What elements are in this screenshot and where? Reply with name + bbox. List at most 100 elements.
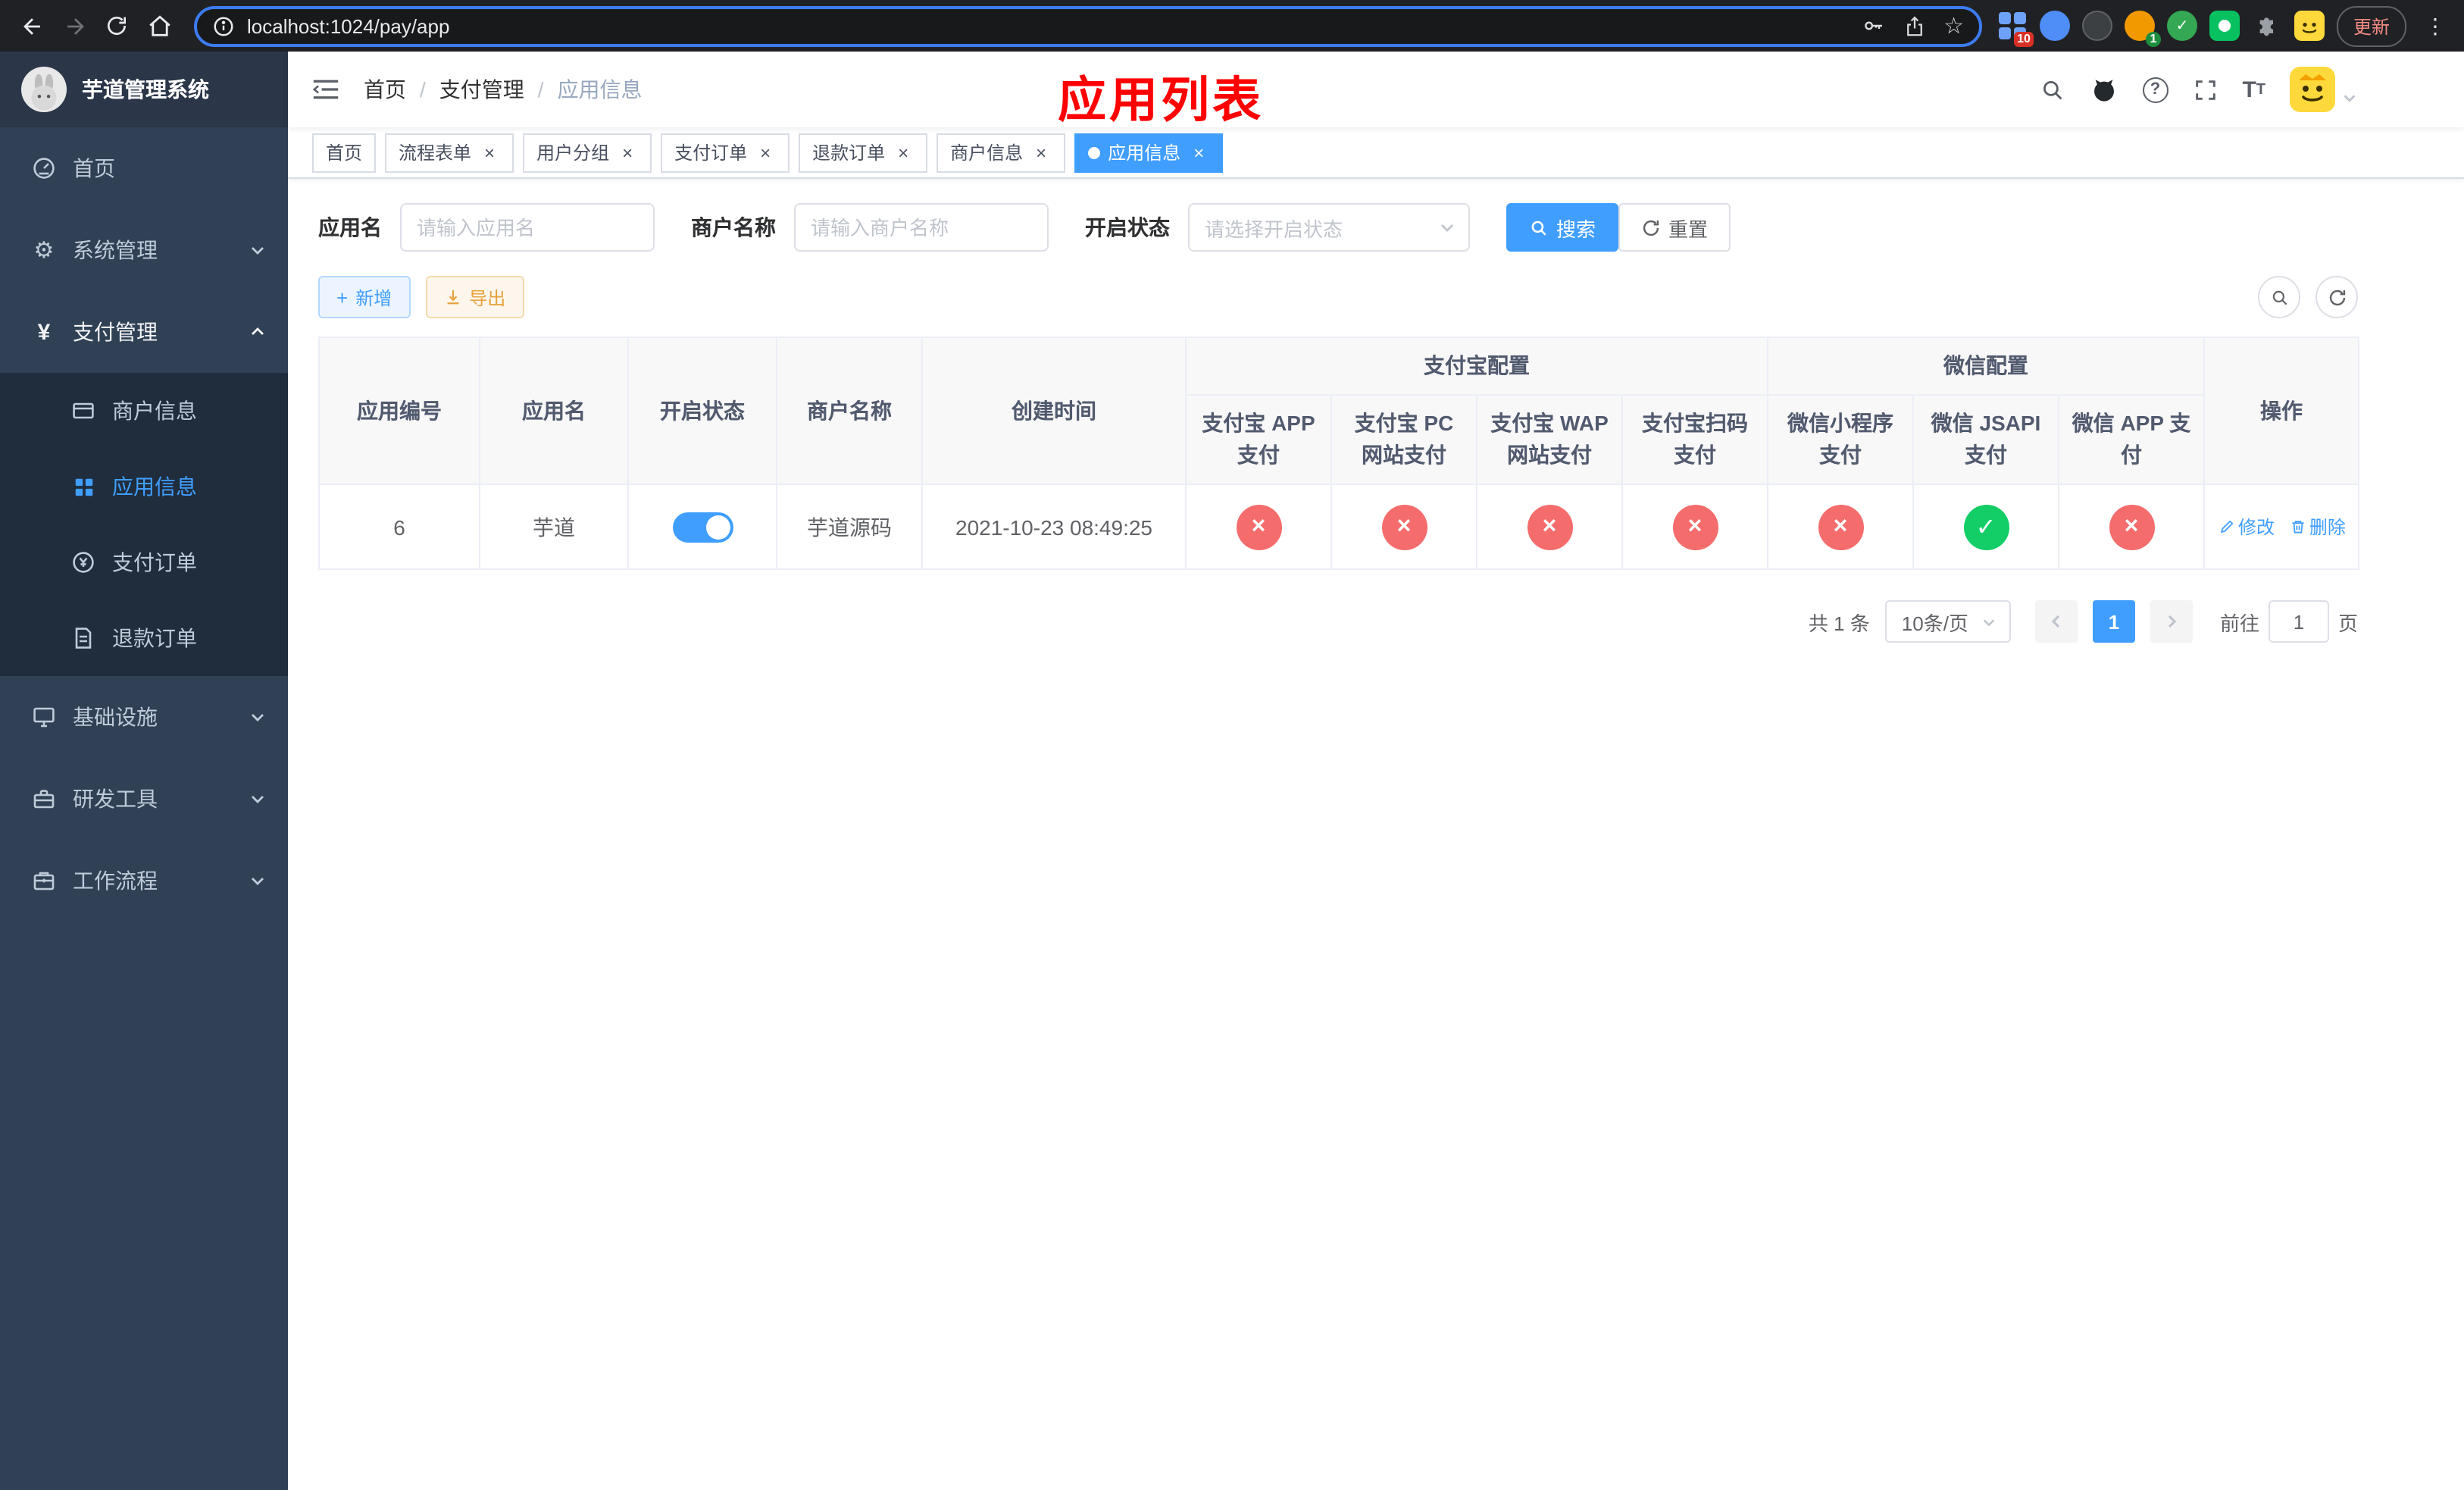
delete-link[interactable]: 删除: [2290, 514, 2346, 540]
share-icon[interactable]: [1903, 14, 1925, 37]
page-size-select[interactable]: 10条/页: [1884, 600, 2011, 643]
prev-page-button[interactable]: [2034, 600, 2078, 643]
sidebar-subitem-app-info[interactable]: 应用信息: [0, 449, 288, 524]
extension-dark-icon[interactable]: [2081, 11, 2112, 41]
browser-reload-button[interactable]: [97, 6, 136, 45]
close-tab-icon[interactable]: ×: [1188, 142, 1209, 163]
browser-home-button[interactable]: [139, 6, 179, 45]
extension-chat-icon[interactable]: [2209, 11, 2240, 41]
extension-avatar-badge: 1: [2145, 32, 2161, 47]
merchant-name-input[interactable]: [794, 203, 1049, 252]
browser-menu-button[interactable]: ⋮: [2419, 13, 2452, 39]
breadcrumb-separator: /: [420, 77, 426, 102]
font-size-icon[interactable]: TT: [2242, 77, 2265, 102]
search-icon[interactable]: [2039, 77, 2065, 102]
page-number-button[interactable]: 1: [2092, 600, 2135, 643]
col-header-alipay-wap: 支付宝 WAP 网站支付: [1476, 394, 1623, 485]
close-tab-icon[interactable]: ×: [893, 142, 914, 163]
export-button[interactable]: 导出: [425, 276, 524, 318]
forward-arrow-icon: [67, 17, 83, 34]
github-icon[interactable]: [2089, 75, 2118, 104]
extension-blue-icon[interactable]: [2039, 11, 2070, 41]
close-tab-icon[interactable]: ×: [617, 142, 638, 163]
breadcrumb-payment[interactable]: 支付管理: [439, 74, 524, 105]
refresh-table-button[interactable]: [2315, 276, 2358, 318]
user-avatar[interactable]: [2290, 67, 2358, 112]
merchant-name-label: 商户名称: [691, 215, 776, 239]
chevron-down-icon: [249, 790, 267, 808]
url-text[interactable]: localhost:1024/pay/app: [247, 14, 1848, 37]
extension-grid-icon[interactable]: 10: [1997, 11, 2034, 47]
tab-merchant-info[interactable]: 商户信息 ×: [937, 133, 1066, 172]
status-select[interactable]: 请选择开启状态: [1188, 203, 1470, 252]
chevron-down-icon: [1441, 224, 1453, 232]
sidebar-item-payment[interactable]: ¥ 支付管理: [0, 291, 288, 373]
chevron-up-icon: [249, 323, 267, 341]
col-header-status: 开启状态: [627, 337, 777, 485]
bookmark-star-icon[interactable]: ☆: [1943, 14, 1964, 37]
chevron-right-icon: [2168, 615, 2177, 628]
extension-avatar-icon[interactable]: 1: [2124, 11, 2161, 47]
cell-create-time: 2021-10-23 08:49:25: [921, 484, 1187, 570]
sidebar-item-workflow[interactable]: 工作流程: [0, 840, 288, 922]
cell-merchant: 芋道源码: [776, 484, 923, 570]
site-info-icon[interactable]: [212, 14, 235, 37]
cell-app-name: 芋道: [479, 484, 629, 570]
breadcrumb: 首页 / 支付管理 / 应用信息: [364, 74, 643, 105]
close-tab-icon[interactable]: ×: [755, 142, 776, 163]
toggle-search-button[interactable]: [2258, 276, 2300, 318]
sidebar-item-infra[interactable]: 基础设施: [0, 676, 288, 758]
sidebar-toggle-button[interactable]: [312, 77, 339, 102]
extension-check-icon[interactable]: ✓: [2166, 11, 2197, 41]
address-bar[interactable]: localhost:1024/pay/app ☆: [194, 5, 1982, 46]
sidebar-subitem-refund-order[interactable]: 退款订单: [0, 600, 288, 676]
emoji-avatar-icon: [2294, 11, 2325, 41]
extensions-puzzle-icon[interactable]: [2252, 11, 2282, 41]
browser-forward-button[interactable]: [55, 6, 94, 45]
add-button[interactable]: + 新增: [318, 276, 411, 318]
sidebar-item-system[interactable]: ⚙ 系统管理: [0, 209, 288, 291]
next-page-button[interactable]: [2150, 600, 2193, 643]
grid-icon: [70, 475, 97, 498]
sidebar-item-home[interactable]: 首页: [0, 127, 288, 209]
status-toggle[interactable]: [672, 512, 733, 542]
app-name-input[interactable]: [400, 203, 655, 252]
cell-actions: 修改 删除: [2203, 484, 2359, 570]
sidebar-item-devtools[interactable]: 研发工具: [0, 758, 288, 840]
col-header-alipay-pc: 支付宝 PC 网站支付: [1330, 394, 1477, 485]
tab-pay-order[interactable]: 支付订单 ×: [661, 133, 790, 172]
pagination-total: 共 1 条: [1808, 612, 1870, 634]
browser-update-button[interactable]: 更新: [2336, 5, 2406, 46]
fullscreen-icon[interactable]: [2192, 77, 2218, 102]
sidebar-subitem-merchant-info[interactable]: 商户信息: [0, 373, 288, 449]
profile-avatar-icon[interactable]: [2294, 11, 2325, 41]
password-key-icon[interactable]: [1860, 14, 1884, 38]
card-icon: [70, 399, 97, 423]
table-row: 6 芋道 芋道源码 2021-10-23 08:49:25 × × × × ×: [318, 484, 2359, 570]
close-tab-icon[interactable]: ×: [1030, 142, 1052, 163]
refresh-icon: [1643, 219, 1659, 236]
yen-icon: ¥: [37, 319, 51, 345]
tab-refund-order[interactable]: 退款订单 ×: [799, 133, 928, 172]
goto-page-input[interactable]: [2268, 600, 2329, 643]
navbar-actions: ? TT: [2039, 67, 2358, 112]
tab-user-group[interactable]: 用户分组 ×: [523, 133, 652, 172]
home-icon: [149, 14, 170, 36]
cell-status: [627, 484, 777, 570]
sidebar-logo[interactable]: 芋道管理系统: [0, 52, 288, 127]
browser-extensions-area: 10 1 ✓ 更新 ⋮: [1997, 5, 2452, 47]
browser-back-button[interactable]: [12, 6, 52, 45]
toolbox-icon: [30, 787, 58, 811]
edit-link[interactable]: 修改: [2219, 514, 2275, 540]
logo-rabbit-icon: [21, 67, 67, 112]
search-button[interactable]: 搜索: [1506, 203, 1619, 252]
download-icon: [446, 290, 458, 305]
tab-home[interactable]: 首页: [312, 133, 377, 172]
tab-process-form[interactable]: 流程表单 ×: [385, 133, 514, 172]
reset-button[interactable]: 重置: [1618, 203, 1731, 252]
sidebar-subitem-pay-order[interactable]: 支付订单: [0, 524, 288, 600]
tab-app-info[interactable]: 应用信息 ×: [1074, 133, 1224, 172]
help-icon[interactable]: ?: [2142, 77, 2169, 102]
breadcrumb-home[interactable]: 首页: [364, 74, 406, 105]
close-tab-icon[interactable]: ×: [479, 142, 500, 163]
